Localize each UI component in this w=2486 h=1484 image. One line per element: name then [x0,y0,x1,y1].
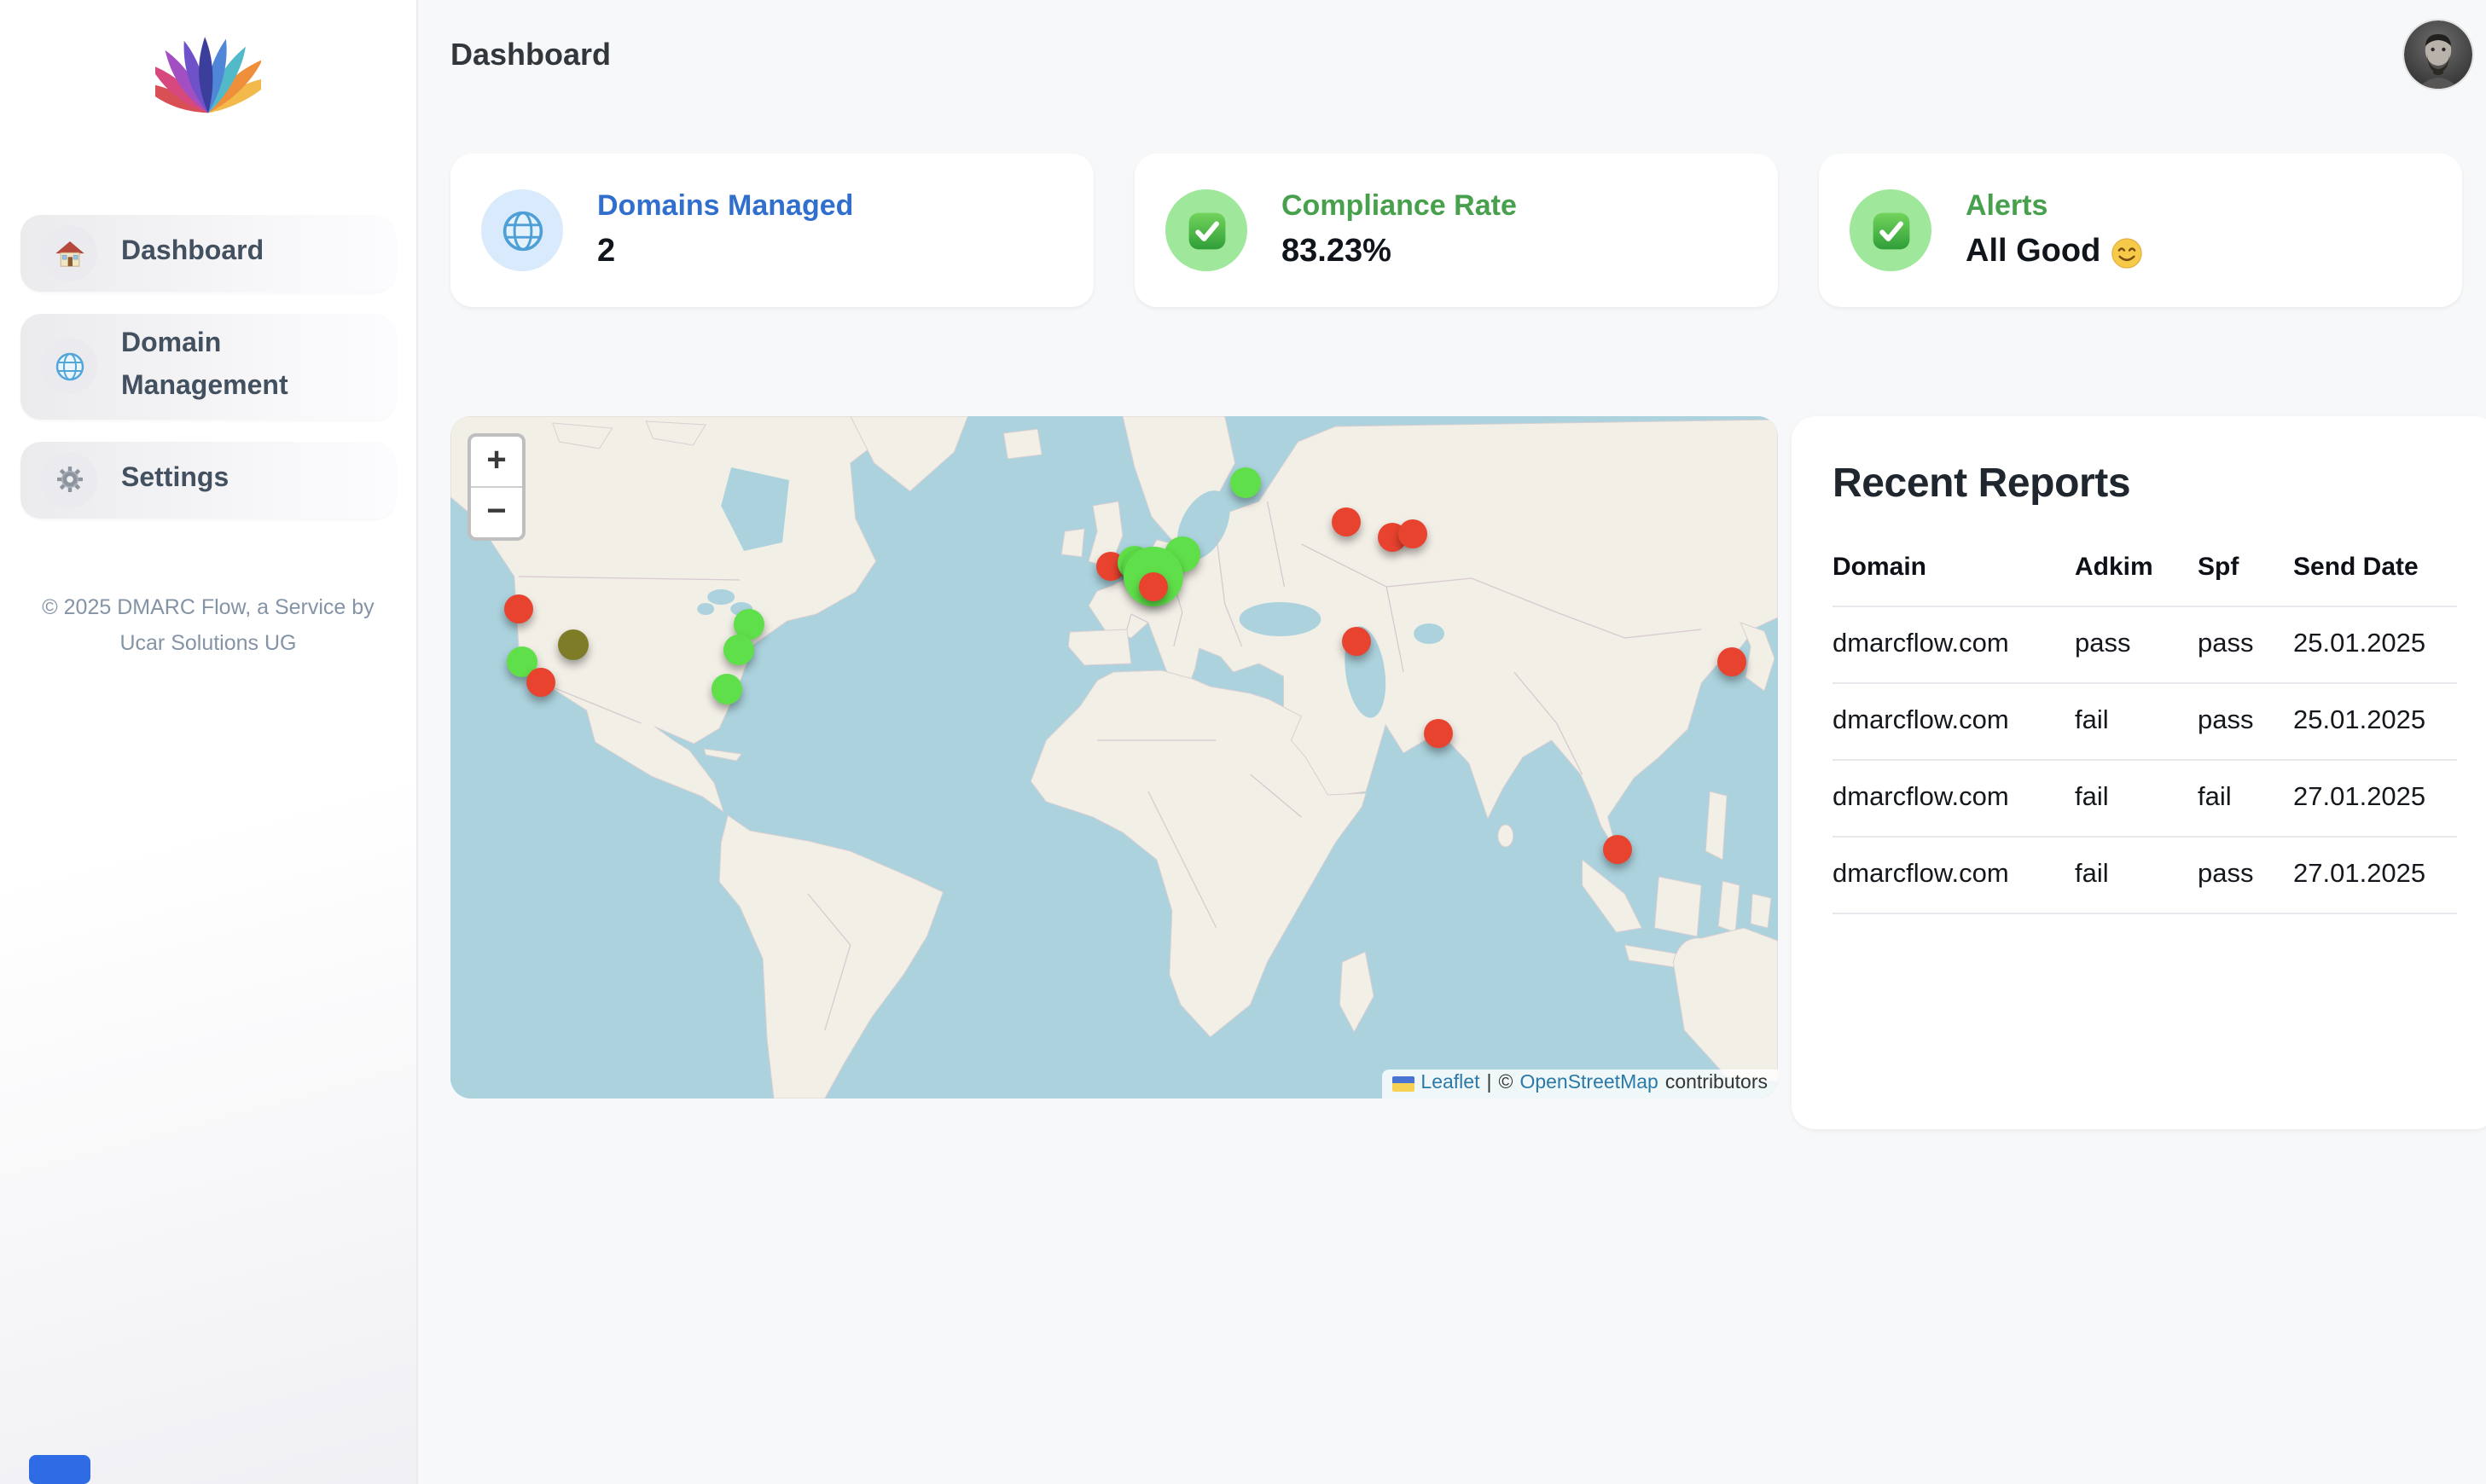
table-cell: fail [2075,760,2198,837]
leaflet-link[interactable]: Leaflet [1420,1073,1479,1093]
table-header-row: DomainAdkimSpfSend Date [1833,553,2457,606]
sidebar-item-domain-management[interactable]: Domain Management [20,314,396,419]
table-cell: dmarcflow.com [1833,760,2075,837]
map-marker[interactable] [557,630,588,661]
table-cell: pass [2198,683,2293,760]
sidebar-item-settings[interactable]: Settings [20,441,396,518]
recent-reports-card: Recent Reports DomainAdkimSpfSend Date d… [1792,416,2486,1129]
table-cell: 27.01.2025 [2293,760,2457,837]
column-header: Domain [1833,553,2075,606]
copyright-text: © 2025 DMARC Flow, a Service by Ucar Sol… [27,589,389,662]
column-header: Send Date [2293,553,2457,606]
user-avatar[interactable] [2404,20,2472,89]
map-marker[interactable] [712,673,742,704]
card-domains-managed: Domains Managed 2 [450,154,1094,307]
card-value: 2 [597,234,853,271]
page-title: Dashboard [450,38,611,73]
map-marker[interactable] [1717,646,1746,675]
map-marker[interactable] [1140,571,1169,600]
card-value: All Good [1966,234,2100,271]
reports-table: DomainAdkimSpfSend Date dmarcflow.compas… [1833,553,2457,914]
map-attribution: Leaflet | © OpenStreetMap contributors [1381,1070,1778,1099]
sidebar-item-dashboard[interactable]: Dashboard [20,215,396,292]
sidebar-item-label: Settings [121,458,229,501]
attribution-suffix: contributors [1665,1073,1768,1093]
table-cell: pass [2198,837,2293,913]
sidebar-nav: Dashboard Domain Management [0,215,416,518]
app-window: Dashboard Domain Management [0,0,2486,1484]
table-cell: 25.01.2025 [2293,606,2457,683]
check-icon [1850,189,1931,271]
table-cell: fail [2075,837,2198,913]
copyright-symbol: © [1498,1073,1513,1093]
column-header: Spf [2198,553,2293,606]
world-map[interactable]: + − Leaflet | © OpenStreetMap contributo… [450,416,1778,1099]
column-header: Adkim [2075,553,2198,606]
stat-cards: Domains Managed 2 Compliance Rate 83.23% [450,154,2462,307]
table-cell: fail [2075,683,2198,760]
sidebar-item-label: Domain Management [121,324,343,409]
zoom-out-button[interactable]: − [471,486,522,537]
smiling-face-icon [2111,236,2143,269]
scrollbar-thumb[interactable] [29,1455,90,1484]
table-row[interactable]: dmarcflow.comfailpass25.01.2025 [1833,683,2457,760]
map-zoom-control: + − [468,433,526,541]
table-cell: dmarcflow.com [1833,837,2075,913]
map-marker[interactable] [1230,467,1261,498]
table-row[interactable]: dmarcflow.comfailfail27.01.2025 [1833,760,2457,837]
table-cell: 25.01.2025 [2293,683,2457,760]
map-marker[interactable] [503,594,532,623]
dmarc-flow-logo [0,0,416,123]
table-cell: fail [2198,760,2293,837]
table-cell: pass [2198,606,2293,683]
globe-icon [41,339,97,395]
attribution-separator: | [1486,1073,1491,1093]
table-cell: 27.01.2025 [2293,837,2457,913]
table-cell: pass [2075,606,2198,683]
map-marker[interactable] [526,667,555,696]
table-row[interactable]: dmarcflow.comfailpass27.01.2025 [1833,837,2457,913]
zoom-in-button[interactable]: + [471,437,522,486]
map-marker[interactable] [723,635,754,665]
table-cell: dmarcflow.com [1833,683,2075,760]
table-cell: dmarcflow.com [1833,606,2075,683]
openstreetmap-link[interactable]: OpenStreetMap [1519,1073,1658,1093]
table-row[interactable]: dmarcflow.compasspass25.01.2025 [1833,606,2457,683]
card-title: Domains Managed [597,189,853,223]
card-title: Compliance Rate [1281,189,1517,223]
house-icon [41,225,97,281]
recent-reports-title: Recent Reports [1833,461,2471,508]
card-value: 83.23% [1281,234,1517,271]
card-compliance-rate: Compliance Rate 83.23% [1135,154,1778,307]
map-marker[interactable] [1332,507,1361,536]
ukraine-flag-icon [1391,1075,1414,1091]
map-marker[interactable] [1341,628,1370,657]
check-icon [1165,189,1247,271]
card-title: Alerts [1966,189,2143,223]
card-alerts: Alerts All Good [1819,154,2462,307]
map-marker[interactable] [1603,836,1632,865]
gear-icon [41,451,97,507]
sidebar-item-label: Dashboard [121,232,264,275]
globe-icon [481,189,563,271]
sidebar: Dashboard Domain Management [0,0,418,1484]
map-marker[interactable] [1398,519,1427,548]
map-marker[interactable] [1424,718,1453,747]
